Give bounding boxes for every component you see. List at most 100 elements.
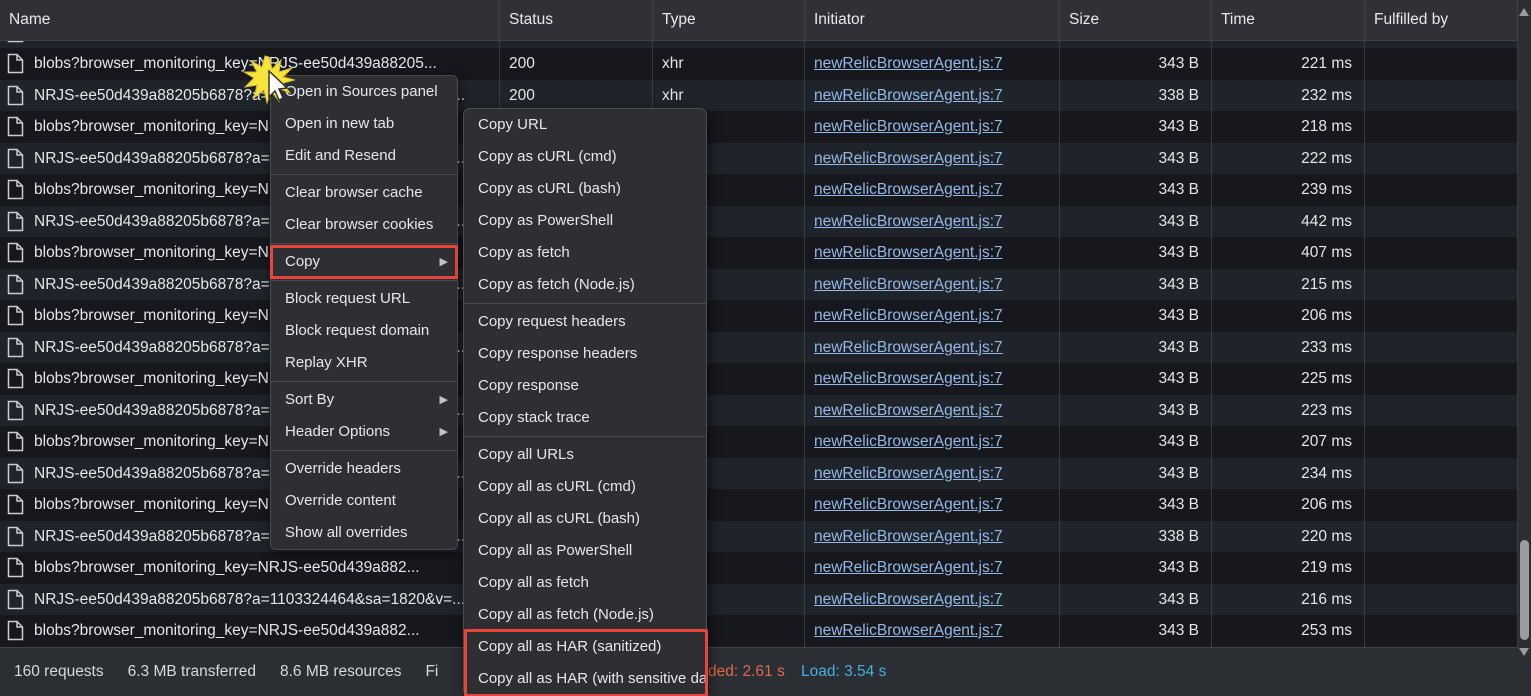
submenu-item-copy-as-curl-bash[interactable]: Copy as cURL (bash) [464,173,706,205]
submenu-item-copy-as-curl-cmd[interactable]: Copy as cURL (cmd) [464,141,706,173]
finish-time-fragment: Fi [425,663,438,681]
table-row[interactable]: blobs?browser_monitoring_key=NRJS-ee50d4… [0,48,1518,80]
initiator-link[interactable]: newRelicBrowserAgent.js:7 [814,276,1003,293]
submenu-item-copy-all-as-fetch-nodejs[interactable]: Copy all as fetch (Node.js) [464,599,706,631]
menu-item-override-headers[interactable]: Override headers [271,453,457,485]
fulfilled-by-cell [1365,40,1518,48]
initiator-cell: newRelicBrowserAgent.js:7 [805,426,1060,458]
table-row[interactable]: NRJS-ee50d439a88205b6878?a=1103324464&sa… [0,269,1518,301]
table-row[interactable]: blobs?browser_monitoring_key=NRJS-ee50d4… [0,615,1518,647]
column-header-size[interactable]: Size [1060,0,1212,40]
initiator-link[interactable]: newRelicBrowserAgent.js:7 [814,402,1003,419]
fulfilled-by-cell [1365,206,1518,238]
initiator-link[interactable]: newRelicBrowserAgent.js:7 [814,339,1003,356]
table-row[interactable]: blobs?browser_monitoring_key=NRJS-ee50d4… [0,363,1518,395]
column-header-initiator[interactable]: Initiator [805,0,1060,40]
menu-item-open-in-new-tab[interactable]: Open in new tab [271,108,457,140]
submenu-item-copy-response-headers[interactable]: Copy response headers [464,338,706,370]
menu-item-replay-xhr[interactable]: Replay XHR [271,347,457,379]
table-row[interactable]: blobs?browser_monitoring_key=NRJS-ee50d4… [0,489,1518,521]
table-row[interactable]: blobs?browser_monitoring_key=NRJS-ee50d4… [0,237,1518,269]
initiator-link[interactable]: newRelicBrowserAgent.js:7 [814,496,1003,513]
scrollbar-thumb[interactable] [1520,540,1529,640]
table-row[interactable]: NRJS-ee50d439a88205b6878?a=1103324464&sa… [0,521,1518,553]
submenu-item-copy-stack-trace[interactable]: Copy stack trace [464,402,706,434]
column-header-name[interactable]: Name [0,0,500,40]
initiator-link[interactable]: newRelicBrowserAgent.js:7 [814,150,1003,167]
vertical-scrollbar[interactable] [1518,0,1531,662]
table-row[interactable]: blobs?browser_monitoring_key=NRJS-ee50d4… [0,174,1518,206]
submenu-item-copy-all-urls[interactable]: Copy all URLs [464,439,706,471]
mouse-cursor-click-indicator [243,55,295,116]
submenu-item-copy-url[interactable]: Copy URL [464,109,706,141]
initiator-link[interactable]: newRelicBrowserAgent.js:7 [814,118,1003,135]
time-cell: 233 ms [1212,332,1365,364]
submenu-item-copy-all-as-powershell[interactable]: Copy all as PowerShell [464,535,706,567]
table-row[interactable]: newRelicBrowserAgent.js:7 [0,40,1518,48]
initiator-link[interactable]: newRelicBrowserAgent.js:7 [814,528,1003,545]
initiator-link[interactable]: newRelicBrowserAgent.js:7 [814,591,1003,608]
initiator-link[interactable]: newRelicBrowserAgent.js:7 [814,307,1003,324]
menu-item-clear-browser-cache[interactable]: Clear browser cache [271,177,457,209]
initiator-link[interactable]: newRelicBrowserAgent.js:7 [814,213,1003,230]
menu-item-clear-browser-cookies[interactable]: Clear browser cookies [271,209,457,241]
menu-item-block-request-domain[interactable]: Block request domain [271,315,457,347]
initiator-link[interactable]: newRelicBrowserAgent.js:7 [814,559,1003,576]
initiator-link[interactable]: newRelicBrowserAgent.js:7 [814,433,1003,450]
menu-item-edit-and-resend[interactable]: Edit and Resend [271,140,457,172]
table-row[interactable]: NRJS-ee50d439a88205b6878?a=1103324464&sa… [0,332,1518,364]
column-header-time[interactable]: Time [1212,0,1365,40]
submenu-item-copy-all-as-fetch[interactable]: Copy all as fetch [464,567,706,599]
size-cell [1060,40,1212,48]
document-icon [7,179,24,206]
menu-item-open-in-sources[interactable]: Open in Sources panel [271,76,457,108]
table-row[interactable]: blobs?browser_monitoring_key=NRJS-ee50d4… [0,426,1518,458]
menu-item-sort-by[interactable]: Sort By ▶ [271,384,457,416]
size-cell: 343 B [1060,143,1212,175]
menu-item-copy[interactable]: Copy ▶ [271,246,457,278]
submenu-item-copy-request-headers[interactable]: Copy request headers [464,306,706,338]
menu-item-show-all-overrides[interactable]: Show all overrides [271,517,457,549]
submenu-item-copy-as-powershell[interactable]: Copy as PowerShell [464,205,706,237]
table-row[interactable]: NRJS-ee50d439a88205b6878?a=1103324464&sa… [0,206,1518,238]
size-cell: 343 B [1060,237,1212,269]
menu-item-override-content[interactable]: Override content [271,485,457,517]
table-row[interactable]: NRJS-ee50d439a88205b6878?a=1103324464&sa… [0,458,1518,490]
menu-separator [271,280,457,281]
table-row[interactable]: blobs?browser_monitoring_key=NRJS-ee50d4… [0,300,1518,332]
initiator-cell: newRelicBrowserAgent.js:7 [805,521,1060,553]
table-row[interactable]: NRJS-ee50d439a88205b6878?a=1103324464&sa… [0,80,1518,112]
table-row[interactable]: NRJS-ee50d439a88205b6878?a=1103324464&sa… [0,143,1518,175]
menu-item-block-request-url[interactable]: Block request URL [271,283,457,315]
initiator-link[interactable]: newRelicBrowserAgent.js:7 [814,622,1003,639]
time-cell: 206 ms [1212,489,1365,521]
table-row[interactable]: blobs?browser_monitoring_key=NRJS-ee50d4… [0,111,1518,143]
time-cell: 220 ms [1212,521,1365,553]
table-row[interactable]: NRJS-ee50d439a88205b6878?a=1103324464&sa… [0,395,1518,427]
initiator-link[interactable]: newRelicBrowserAgent.js:7 [814,181,1003,198]
initiator-cell: newRelicBrowserAgent.js:7 [805,458,1060,490]
time-cell [1212,40,1365,48]
menu-item-header-options[interactable]: Header Options ▶ [271,416,457,448]
initiator-link[interactable]: newRelicBrowserAgent.js:7 [814,244,1003,261]
document-icon [7,526,24,553]
column-header-type[interactable]: Type [653,0,805,40]
submenu-item-copy-as-fetch[interactable]: Copy as fetch [464,237,706,269]
column-header-fulfilled-by[interactable]: Fulfilled by [1365,0,1518,40]
fulfilled-by-cell [1365,521,1518,553]
scroll-down-icon[interactable] [1519,648,1529,656]
column-header-status[interactable]: Status [500,0,653,40]
table-row[interactable]: blobs?browser_monitoring_key=NRJS-ee50d4… [0,552,1518,584]
submenu-item-copy-all-as-curl-cmd[interactable]: Copy all as cURL (cmd) [464,471,706,503]
initiator-link[interactable]: newRelicBrowserAgent.js:7 [814,465,1003,482]
initiator-cell: newRelicBrowserAgent.js:7 [805,615,1060,647]
time-cell: 223 ms [1212,395,1365,427]
submenu-item-copy-as-fetch-nodejs[interactable]: Copy as fetch (Node.js) [464,269,706,301]
initiator-link[interactable]: newRelicBrowserAgent.js:7 [814,370,1003,387]
submenu-item-copy-response[interactable]: Copy response [464,370,706,402]
submenu-item-copy-all-as-curl-bash[interactable]: Copy all as cURL (bash) [464,503,706,535]
initiator-link[interactable]: newRelicBrowserAgent.js:7 [814,55,1003,72]
scroll-up-icon[interactable] [1519,8,1529,16]
table-row[interactable]: NRJS-ee50d439a88205b6878?a=1103324464&sa… [0,584,1518,616]
initiator-link[interactable]: newRelicBrowserAgent.js:7 [814,87,1003,104]
